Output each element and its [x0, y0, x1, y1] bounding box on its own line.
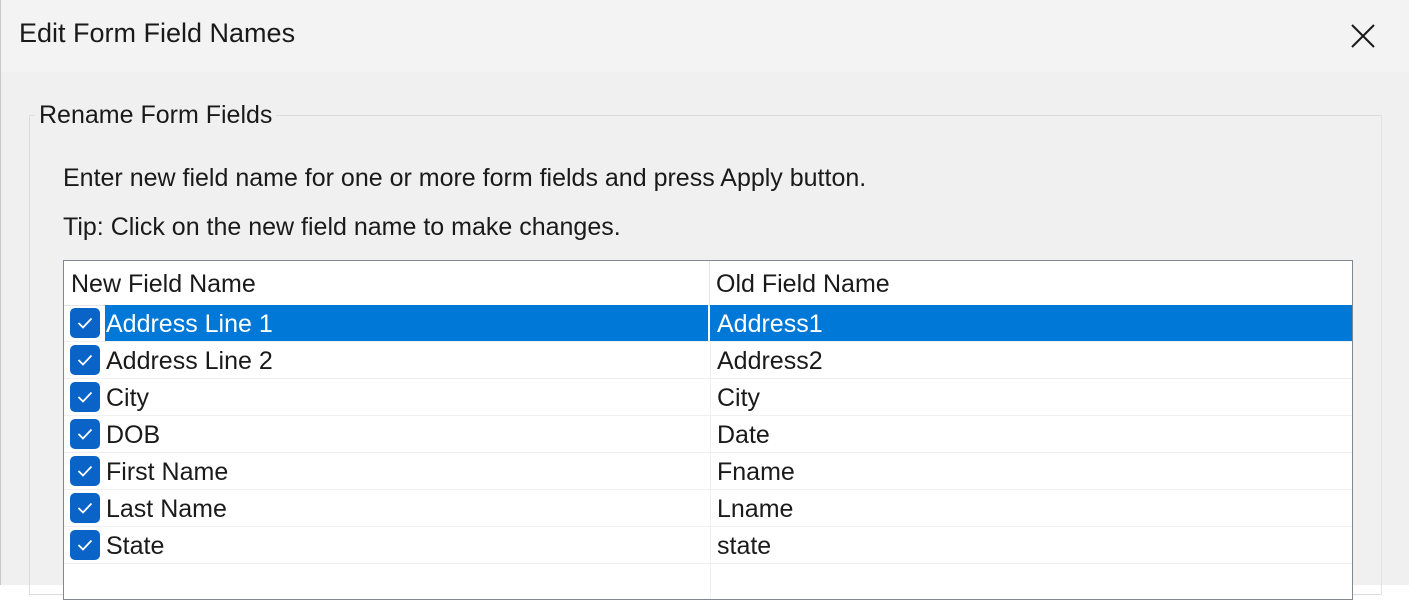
old-field-name-cell: Fname: [710, 453, 1352, 489]
row-checkbox[interactable]: [70, 530, 100, 560]
tip-text: Tip: Click on the new field name to make…: [63, 213, 621, 241]
table-row[interactable]: Address Line 1 Address1: [64, 305, 1352, 342]
table-row[interactable]: Last Name Lname: [64, 490, 1352, 527]
old-field-name-cell: City: [710, 379, 1352, 415]
checkmark-icon: [77, 502, 93, 514]
close-button[interactable]: [1345, 18, 1381, 54]
old-field-name-cell: state: [710, 527, 1352, 563]
checkmark-icon: [77, 354, 93, 366]
instruction-text: Enter new field name for one or more for…: [63, 164, 867, 192]
checkmark-icon: [77, 391, 93, 403]
new-field-name-cell[interactable]: DOB: [105, 416, 161, 452]
title-bar: Edit Form Field Names: [1, 0, 1409, 72]
old-field-name-cell: Date: [710, 416, 1352, 452]
row-checkbox[interactable]: [70, 456, 100, 486]
row-checkbox[interactable]: [70, 308, 100, 338]
checkmark-icon: [77, 539, 93, 551]
new-field-name-cell[interactable]: State: [105, 527, 165, 563]
checkmark-icon: [77, 465, 93, 477]
table-row[interactable]: First Name Fname: [64, 453, 1352, 490]
column-header-new-field-name[interactable]: New Field Name: [64, 261, 710, 305]
checkmark-icon: [77, 428, 93, 440]
close-icon: [1351, 24, 1375, 48]
table-row[interactable]: State state: [64, 527, 1352, 564]
new-field-name-cell[interactable]: City: [105, 379, 150, 415]
new-field-name-cell[interactable]: Address Line 2: [105, 342, 274, 378]
table-row[interactable]: DOB Date: [64, 416, 1352, 453]
old-field-name-cell: Address2: [710, 342, 1352, 378]
row-checkbox[interactable]: [70, 382, 100, 412]
edit-form-field-names-dialog: Edit Form Field Names Rename Form Fields…: [0, 0, 1409, 600]
table-row[interactable]: Address Line 2 Address2: [64, 342, 1352, 379]
list-rows: Address Line 1 Address1 Address Line 2 Addr…: [64, 305, 1352, 599]
row-checkbox[interactable]: [70, 419, 100, 449]
list-header: New Field Name Old Field Name: [64, 261, 1352, 306]
column-header-old-field-name[interactable]: Old Field Name: [710, 261, 1352, 305]
checkmark-icon: [77, 317, 93, 329]
table-row[interactable]: City City: [64, 379, 1352, 416]
old-field-name-cell: Lname: [710, 490, 1352, 526]
group-title: Rename Form Fields: [35, 101, 277, 130]
empty-list-area: [64, 564, 1352, 599]
fields-list[interactable]: New Field Name Old Field Name Address Li…: [63, 260, 1353, 600]
column-divider: [710, 564, 711, 599]
dialog-title: Edit Form Field Names: [19, 18, 296, 48]
new-field-name-cell[interactable]: Last Name: [105, 490, 228, 526]
old-field-name-cell: Address1: [710, 305, 1352, 341]
row-checkbox[interactable]: [70, 345, 100, 375]
new-field-name-cell[interactable]: First Name: [105, 453, 229, 489]
row-checkbox[interactable]: [70, 493, 100, 523]
new-field-name-cell[interactable]: Address Line 1: [105, 305, 708, 341]
